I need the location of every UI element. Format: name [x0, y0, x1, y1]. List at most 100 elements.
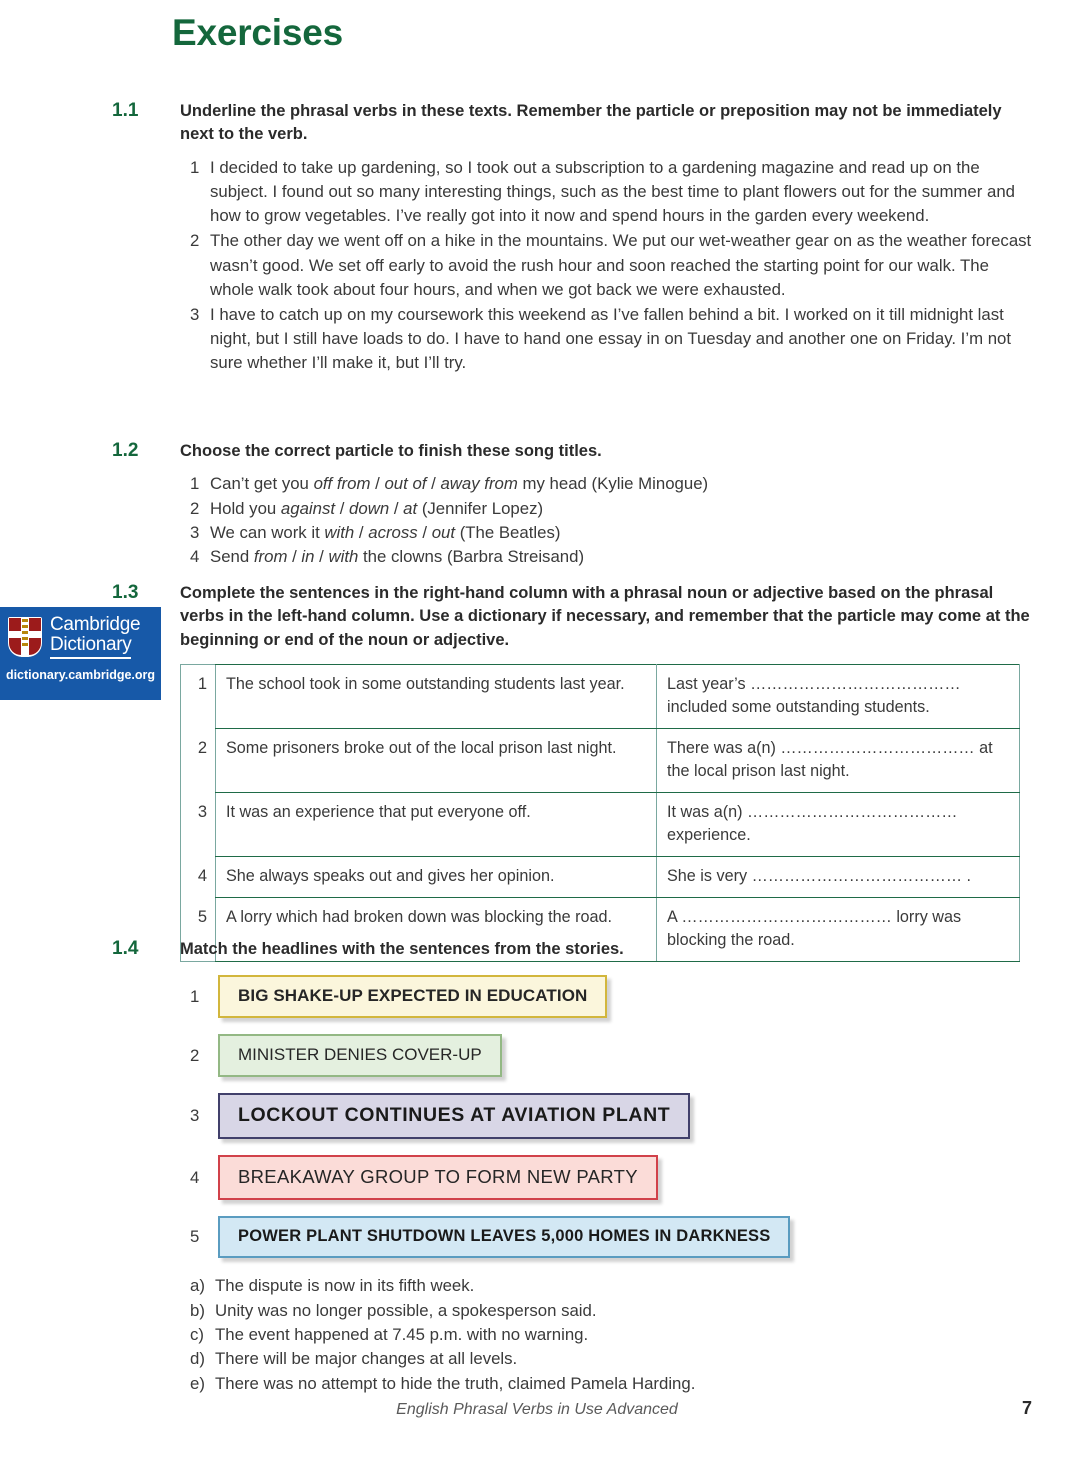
- item-number: 2: [190, 498, 200, 518]
- headline-box[interactable]: LOCKOUT CONTINUES AT AVIATION PLANT: [218, 1093, 691, 1140]
- exercise-instruction: Complete the sentences in the right-hand…: [180, 584, 1030, 649]
- answer-item: c) The event happened at 7.45 p.m. with n…: [190, 1323, 1032, 1347]
- answer-text: The dispute is now in its fifth week.: [215, 1276, 475, 1296]
- footer-book-title: English Phrasal Verbs in Use Advanced: [396, 1401, 678, 1418]
- headline-box[interactable]: MINISTER DENIES COVER-UP: [218, 1034, 502, 1078]
- row-number: 2: [197, 738, 207, 757]
- particle-option[interactable]: in: [301, 547, 314, 566]
- particle-option[interactable]: out: [432, 523, 455, 542]
- item-text: I decided to take up gardening, so I too…: [210, 157, 1015, 226]
- page-title: Exercises: [172, 12, 344, 53]
- item-text: We can work it with / across / out (The …: [210, 522, 561, 542]
- page-footer: English Phrasal Verbs in Use Advanced 7: [112, 1398, 1032, 1419]
- row-number: 4: [197, 866, 207, 885]
- answer-item: d) There will be major changes at all lev…: [190, 1347, 1032, 1371]
- headline-number: 2: [190, 1045, 200, 1065]
- particle-option[interactable]: out of: [384, 474, 426, 493]
- row-number: 3: [197, 802, 207, 821]
- song-title-item: 3 We can work it with / across / out (The…: [190, 521, 1032, 545]
- item-number: 3: [190, 522, 200, 542]
- table-cell-left: Some prisoners broke out of the local pr…: [215, 728, 657, 794]
- particle-option[interactable]: with: [324, 523, 354, 542]
- option-separator: /: [287, 546, 302, 566]
- table-cell-right[interactable]: She is very ………………………………… .: [656, 856, 1020, 899]
- table-row: 2 Some prisoners broke out of the local p…: [181, 728, 1020, 794]
- phrasal-noun-table-wrap: 1 The school took in some outstanding stu…: [180, 664, 1032, 963]
- option-separator: /: [417, 522, 432, 542]
- particle-option[interactable]: down: [349, 499, 389, 518]
- option-separator: /: [370, 474, 385, 494]
- exercise-number: 1.3: [112, 582, 139, 603]
- list-item: 2 The other day we went off on a hike in…: [190, 229, 1032, 302]
- table-row: 3 It was an experience that put everyone …: [181, 792, 1020, 858]
- table-cell-left: It was an experience that put everyone o…: [215, 792, 657, 858]
- particle-option[interactable]: across: [368, 523, 417, 542]
- row-number: 1: [197, 675, 207, 694]
- answer-letter: a): [190, 1276, 205, 1296]
- exercise-instruction: Choose the correct particle to finish th…: [180, 442, 602, 460]
- answer-letter: c): [190, 1325, 204, 1345]
- headline-box[interactable]: BIG SHAKE-UP EXPECTED IN EDUCATION: [218, 975, 608, 1019]
- answer-text: There will be major changes at all level…: [215, 1349, 518, 1369]
- option-separator: /: [335, 498, 350, 518]
- table-cell-left: She always speaks out and gives her opin…: [215, 856, 657, 899]
- exercise-page: Exercises 1.1 Underline the phrasal verb…: [0, 0, 1067, 1461]
- exercise-1-1: 1.1 Underline the phrasal verbs in these…: [112, 100, 1032, 377]
- exercise-number: 1.1: [112, 100, 139, 121]
- particle-option[interactable]: away from: [440, 474, 517, 493]
- item-number: 2: [190, 231, 200, 251]
- answer-text: The event happened at 7.45 p.m. with no …: [215, 1325, 589, 1345]
- headline-list: 1 BIG SHAKE-UP EXPECTED IN EDUCATION 2 MINI…: [190, 975, 1032, 1259]
- answer-item: a) The dispute is now in its fifth week.: [190, 1274, 1032, 1298]
- particle-option[interactable]: against: [281, 499, 335, 518]
- particle-option[interactable]: at: [403, 499, 417, 518]
- particle-option[interactable]: from: [254, 547, 288, 566]
- answer-text: There was no attempt to hide the truth, …: [215, 1373, 696, 1393]
- song-title-item: 1 Can’t get you off from / out of / away …: [190, 472, 1032, 496]
- table-row: 1 The school took in some outstanding stu…: [181, 664, 1020, 730]
- answer-item: e) There was no attempt to hide the truth…: [190, 1372, 1032, 1396]
- exercise-1-3: 1.3 Complete the sentences in the right-…: [112, 582, 1032, 963]
- particle-option[interactable]: off from: [314, 474, 371, 493]
- option-separator: /: [354, 522, 369, 542]
- item-text: The other day we went off on a hike in t…: [210, 231, 1032, 299]
- exercise-item-list: 1 I decided to take up gardening, so I t…: [190, 156, 1032, 376]
- exercise-number: 1.2: [112, 440, 139, 461]
- cambridge-crest-icon: [8, 616, 42, 657]
- exercise-1-2: 1.2 Choose the correct particle to finis…: [112, 440, 1032, 569]
- item-text: Hold you against / down / at (Jennifer L…: [210, 498, 544, 518]
- headline-row: 3 LOCKOUT CONTINUES AT AVIATION PLANT: [190, 1093, 1032, 1140]
- table-cell-left: The school took in some outstanding stud…: [215, 664, 657, 730]
- headline-number: 4: [190, 1167, 200, 1187]
- item-text: Send from / in / with the clowns (Barbra…: [210, 546, 585, 566]
- particle-option[interactable]: with: [328, 547, 358, 566]
- answer-letter: b): [190, 1300, 205, 1320]
- headline-box[interactable]: BREAKAWAY GROUP TO FORM NEW PARTY: [218, 1155, 658, 1201]
- headline-row: 1 BIG SHAKE-UP EXPECTED IN EDUCATION: [190, 975, 1032, 1019]
- list-item: 3 I have to catch up on my coursework th…: [190, 303, 1032, 376]
- item-text: I have to catch up on my coursework this…: [210, 304, 1012, 373]
- exercise-instruction: Match the headlines with the sentences f…: [180, 940, 624, 958]
- option-separator: /: [314, 546, 329, 566]
- headline-box[interactable]: POWER PLANT SHUTDOWN LEAVES 5,000 HOMES …: [218, 1216, 791, 1259]
- song-title-item: 4 Send from / in / with the clowns (Barbr…: [190, 545, 1032, 569]
- phrasal-noun-table: 1 The school took in some outstanding stu…: [180, 664, 1020, 963]
- table-cell-right[interactable]: There was a(n) ……………………………… at the local…: [656, 728, 1020, 794]
- table-cell-right[interactable]: It was a(n) ………………………………… experience.: [656, 792, 1020, 858]
- option-separator: /: [389, 498, 404, 518]
- table-cell-right[interactable]: Last year’s ………………………………… included some …: [656, 664, 1020, 730]
- song-title-list: 1 Can’t get you off from / out of / away …: [190, 472, 1032, 569]
- headline-row: 4 BREAKAWAY GROUP TO FORM NEW PARTY: [190, 1155, 1032, 1201]
- list-item: 1 I decided to take up gardening, so I t…: [190, 156, 1032, 229]
- headline-number: 1: [190, 986, 200, 1006]
- answer-text: Unity was no longer possible, a spokespe…: [215, 1300, 597, 1320]
- item-number: 1: [190, 474, 200, 494]
- headline-number: 3: [190, 1106, 200, 1126]
- exercise-instruction: Underline the phrasal verbs in these tex…: [180, 102, 1002, 144]
- answer-letter: e): [190, 1373, 205, 1393]
- headline-row: 5 POWER PLANT SHUTDOWN LEAVES 5,000 HOMES…: [190, 1216, 1032, 1259]
- headline-number: 5: [190, 1227, 200, 1247]
- headline-row: 2 MINISTER DENIES COVER-UP: [190, 1034, 1032, 1078]
- footer-page-number: 7: [1021, 1398, 1032, 1418]
- option-separator: /: [426, 474, 441, 494]
